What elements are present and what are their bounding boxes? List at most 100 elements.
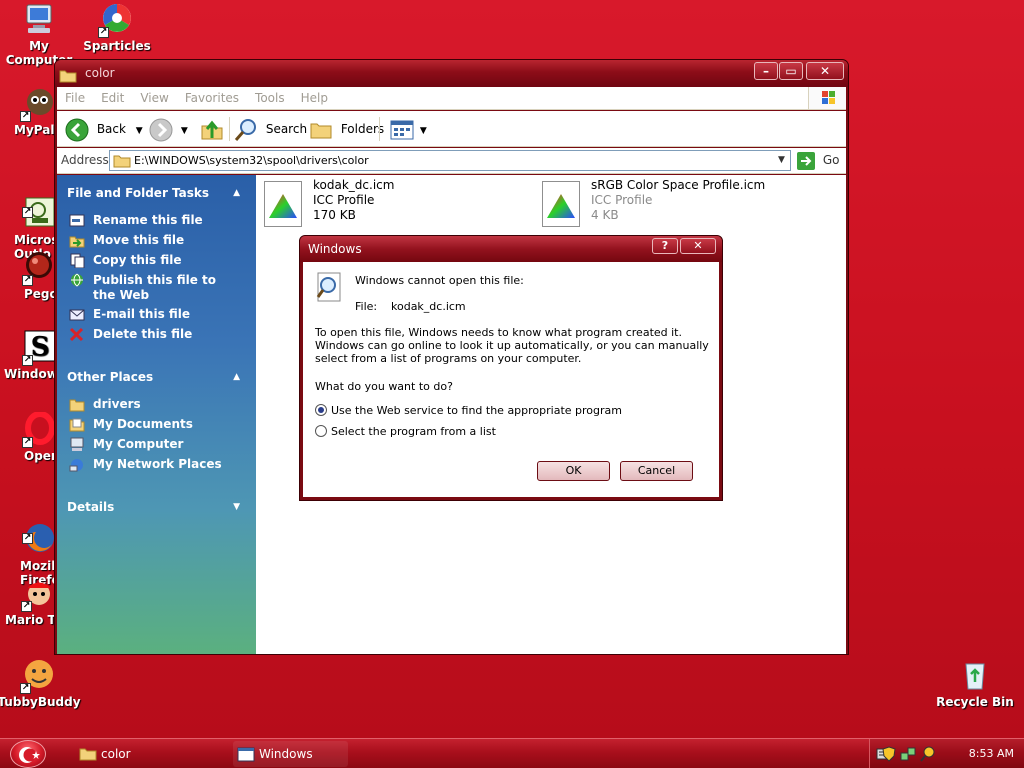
- go-label: Go: [822, 153, 840, 167]
- chevron-down-icon[interactable]: ▼: [420, 126, 427, 136]
- task-email-file[interactable]: E-mail this file: [67, 307, 247, 322]
- taskbar-item-color[interactable]: color: [75, 741, 225, 767]
- open-with-dialog: Windows ? ✕ Windows cannot open this fil…: [299, 235, 723, 501]
- up-folder-icon: [201, 120, 223, 139]
- go-arrow-icon: [797, 151, 815, 170]
- move-icon: [69, 233, 85, 248]
- task-delete-file[interactable]: Delete this file: [67, 327, 247, 342]
- shortcut-arrow-icon: ↗: [22, 207, 33, 218]
- computer-icon: [69, 437, 85, 452]
- cancel-button[interactable]: Cancel: [620, 461, 693, 481]
- icc-profile-icon: [542, 181, 580, 227]
- menu-tools[interactable]: Tools: [247, 87, 293, 109]
- radio-web-service[interactable]: [315, 404, 327, 416]
- task-label: Delete this file: [93, 327, 193, 341]
- dialog-file-label: File:: [355, 300, 378, 313]
- taskbar-item-label: color: [101, 747, 131, 761]
- place-drivers[interactable]: drivers: [67, 397, 247, 412]
- task-label: E-mail this file: [93, 307, 191, 321]
- file-details: kodak_dc.icm ICC Profile 170 KB: [313, 178, 394, 223]
- file-type: ICC Profile: [591, 193, 653, 207]
- outlook-icon: ↗: [22, 182, 58, 227]
- chevron-down-icon[interactable]: ▼: [136, 126, 143, 136]
- taskbar-item-windows[interactable]: Windows: [233, 741, 348, 767]
- dialog-title-bar[interactable]: Windows ? ✕: [300, 236, 722, 262]
- crescent-star-icon: [19, 747, 40, 763]
- file-name: sRGB Color Space Profile.icm: [591, 178, 766, 192]
- menu-edit[interactable]: Edit: [93, 87, 132, 109]
- chevron-down-icon[interactable]: ▼: [181, 126, 188, 136]
- other-places-header[interactable]: Other Places ▲: [67, 367, 246, 387]
- ok-button[interactable]: OK: [537, 461, 610, 481]
- menu-file[interactable]: File: [57, 87, 93, 109]
- address-bar: Address E:\WINDOWS\system32\spool\driver…: [57, 148, 846, 174]
- expand-chevron-icon[interactable]: ▼: [233, 497, 240, 517]
- dialog-body: Windows cannot open this file: File: kod…: [303, 262, 719, 497]
- file-folder-tasks-header[interactable]: File and Folder Tasks ▲: [67, 183, 246, 203]
- go-button[interactable]: Go: [797, 150, 839, 171]
- shield-icon[interactable]: [882, 746, 896, 762]
- menu-favorites[interactable]: Favorites: [177, 87, 247, 109]
- desktop-icon-label: Recycle Bin: [936, 695, 1014, 709]
- place-my-computer[interactable]: My Computer: [67, 437, 247, 452]
- views-button[interactable]: ▼: [390, 116, 427, 142]
- close-button[interactable]: ✕: [806, 62, 844, 80]
- pego-icon: ↗: [22, 250, 58, 286]
- folder-icon: [79, 748, 97, 761]
- menu-bar: File Edit View Favorites Tools Help: [57, 87, 846, 110]
- windows-logo-icon: [808, 87, 846, 109]
- dialog-close-button[interactable]: ✕: [680, 238, 716, 254]
- chevron-down-icon[interactable]: ▼: [773, 151, 790, 170]
- window-icon: [237, 747, 255, 762]
- email-icon: [69, 307, 85, 322]
- forward-button[interactable]: ▼: [149, 116, 188, 142]
- dialog-file-name: kodak_dc.icm: [391, 300, 466, 313]
- clock[interactable]: 8:53 AM: [969, 739, 1014, 768]
- task-publish-web[interactable]: Publish this file to the Web: [67, 273, 227, 303]
- shortcut-arrow-icon: ↗: [20, 683, 31, 694]
- maximize-button[interactable]: ▭: [779, 62, 803, 80]
- toolbar: Back ▼ ▼ Search Folders ▼: [57, 111, 846, 147]
- task-label: Move this file: [93, 233, 185, 247]
- help-button[interactable]: ?: [652, 238, 678, 254]
- back-button[interactable]: Back ▼: [65, 116, 143, 142]
- search-label: Search: [265, 122, 308, 136]
- place-my-documents[interactable]: My Documents: [67, 417, 247, 432]
- desktop-icon-my-computer[interactable]: My Computer: [0, 2, 81, 67]
- views-icon: [390, 120, 414, 139]
- desktop-icon-sparticles[interactable]: ↗ Sparticles: [75, 2, 159, 53]
- up-folder-button[interactable]: [200, 116, 224, 142]
- menu-view[interactable]: View: [132, 87, 176, 109]
- desktop-icon-label: Sparticles: [83, 39, 151, 53]
- collapse-chevron-icon[interactable]: ▲: [233, 183, 240, 203]
- desktop-icon-tubbybuddy[interactable]: ↗ TubbyBuddy: [0, 658, 81, 709]
- shortcut-arrow-icon: ↗: [22, 355, 33, 366]
- shortcut-arrow-icon: ↗: [22, 533, 33, 544]
- address-input[interactable]: E:\WINDOWS\system32\spool\drivers\color …: [109, 150, 791, 171]
- menu-help[interactable]: Help: [293, 87, 336, 109]
- radio-select-from-list[interactable]: [315, 425, 327, 437]
- rename-icon: [69, 213, 85, 228]
- place-my-network-places[interactable]: My Network Places: [67, 457, 247, 472]
- windows-s-icon: S ↗: [22, 330, 58, 366]
- minimize-button[interactable]: –: [754, 62, 778, 80]
- search-tray-icon[interactable]: [920, 746, 936, 762]
- task-move-file[interactable]: Move this file: [67, 233, 247, 248]
- task-rename-file[interactable]: Rename this file: [67, 213, 247, 228]
- dialog-explanation: To open this file, Windows needs to know…: [315, 326, 709, 365]
- desktop-icon-recycle-bin[interactable]: Recycle Bin: [933, 658, 1017, 709]
- other-places-title: Other Places: [67, 370, 154, 384]
- file-name: kodak_dc.icm: [313, 178, 395, 192]
- folders-button[interactable]: Folders: [309, 116, 384, 142]
- network-status-icon[interactable]: [900, 746, 916, 762]
- radio-select-from-list-label[interactable]: Select the program from a list: [331, 425, 496, 438]
- radio-web-service-label[interactable]: Use the Web service to find the appropri…: [331, 404, 622, 417]
- task-copy-file[interactable]: Copy this file: [67, 253, 247, 269]
- window-title-bar[interactable]: color – ▭ ✕: [55, 60, 848, 87]
- start-button[interactable]: [10, 740, 46, 768]
- details-header[interactable]: Details ▼: [67, 497, 246, 517]
- collapse-chevron-icon[interactable]: ▲: [233, 367, 240, 387]
- dialog-question: What do you want to do?: [315, 380, 453, 393]
- search-button[interactable]: Search: [234, 116, 307, 142]
- desktop-icon-label: TubbyBuddy: [0, 695, 81, 709]
